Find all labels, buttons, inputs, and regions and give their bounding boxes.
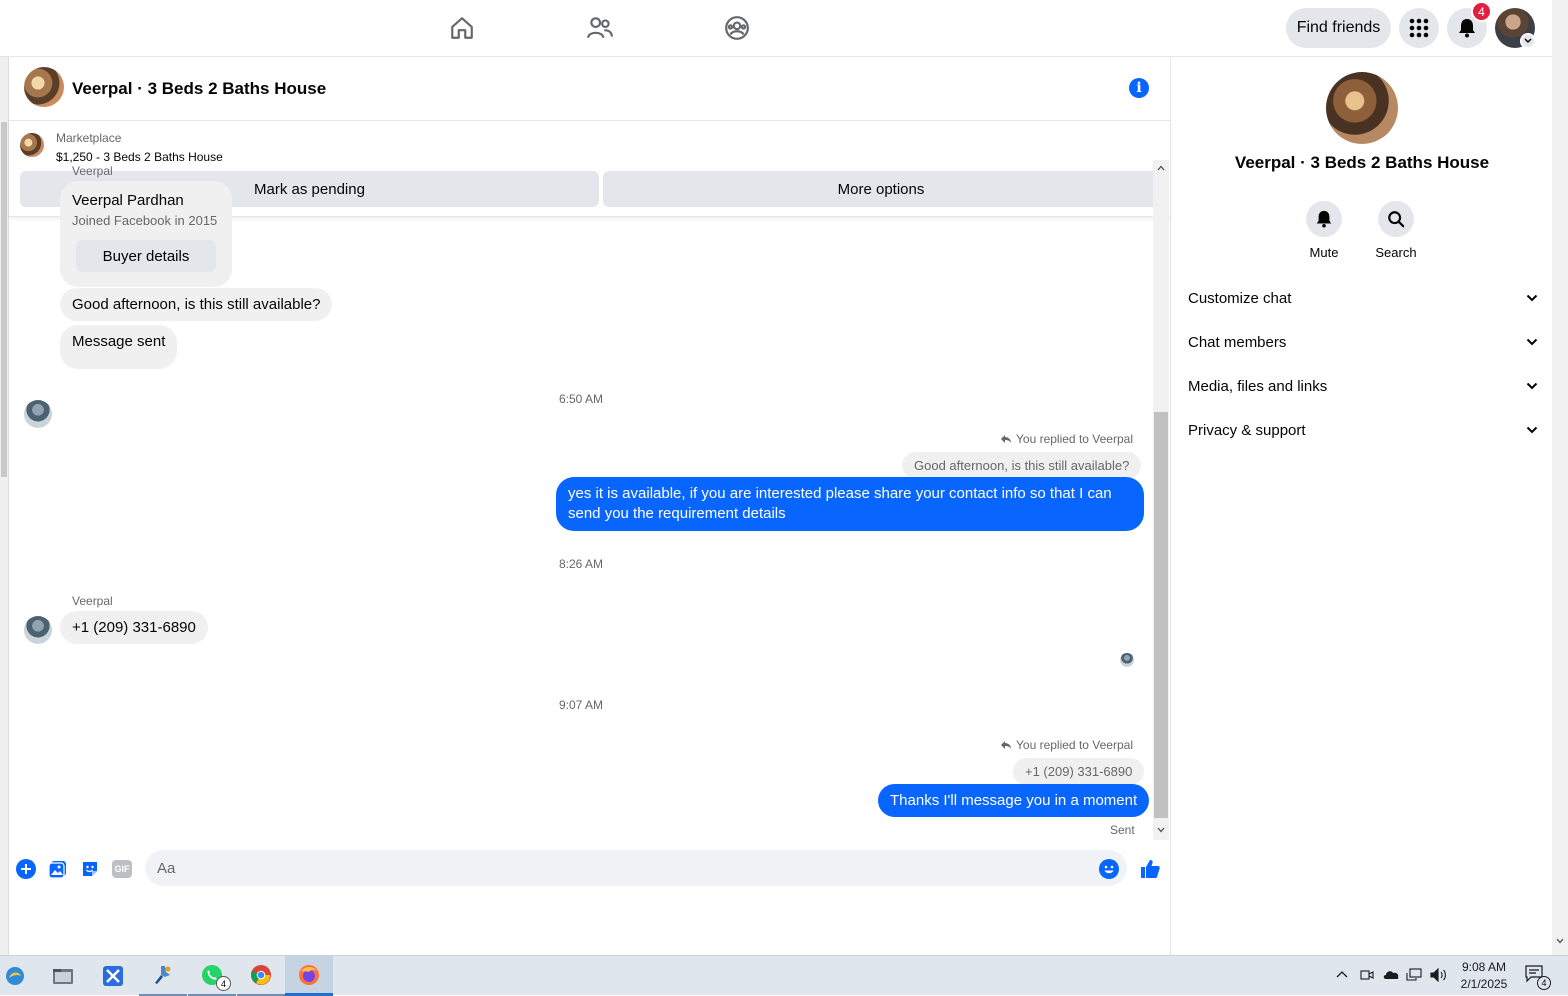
onedrive-cloud-icon[interactable]: [1382, 968, 1400, 983]
buyer-name: Veerpal Pardhan: [72, 192, 184, 209]
conversation-details-panel: Veerpal · 3 Beds 2 Baths House Mute Sear…: [1172, 57, 1552, 955]
section-privacy-support[interactable]: Privacy & support: [1188, 416, 1538, 444]
timestamp: 8:26 AM: [558, 557, 604, 571]
reply-arrow-icon: [1001, 741, 1011, 749]
sent-message-bubble[interactable]: yes it is available, if you are interest…: [556, 477, 1144, 531]
firefox-icon[interactable]: [285, 956, 333, 996]
network-icon[interactable]: [1406, 968, 1422, 985]
bell-icon[interactable]: [1306, 201, 1342, 237]
search-label: Search: [1375, 245, 1417, 260]
whatsapp-badge: 4: [216, 976, 231, 991]
replied-message-preview[interactable]: +1 (209) 331-6890: [1013, 758, 1145, 785]
reply-arrow-icon: [1001, 435, 1011, 443]
taskbar-clock[interactable]: 9:08 AM 2/1/2025: [1453, 959, 1515, 993]
notification-center-badge: 4: [1537, 976, 1551, 990]
message-composer: GIF: [9, 840, 1171, 898]
notification-badge: 4: [1471, 1, 1492, 22]
friends-icon[interactable]: [584, 12, 616, 44]
panel-title: Veerpal · 3 Beds 2 Baths House: [1234, 153, 1490, 172]
app-launcher-icon[interactable]: [0, 956, 30, 996]
timestamp: 6:50 AM: [558, 392, 604, 406]
page-scrollbar[interactable]: [1552, 0, 1568, 955]
chevron-down-icon: [1526, 382, 1538, 390]
listing-thumbnail[interactable]: [20, 133, 44, 157]
find-friends-button[interactable]: Find friends: [1286, 8, 1391, 48]
reply-note: You replied to Veerpal: [1000, 432, 1133, 446]
chat-header: Veerpal · 3 Beds 2 Baths House i: [9, 57, 1171, 121]
section-label: Customize chat: [1188, 289, 1292, 307]
volume-icon[interactable]: [1430, 967, 1448, 985]
chevron-down-icon: [1526, 338, 1538, 346]
message-list: Veerpal Veerpal Pardhan Joined Facebook …: [9, 160, 1153, 840]
messages-scrollbar[interactable]: [1153, 160, 1169, 840]
menu-grid-icon[interactable]: [1399, 8, 1439, 48]
message-bubble[interactable]: Good afternoon, is this still available?: [60, 288, 333, 321]
sender-avatar[interactable]: [24, 616, 52, 644]
listing-avatar-large[interactable]: [1326, 72, 1398, 144]
reply-note-text: You replied to Veerpal: [1016, 738, 1133, 752]
seen-receipt-avatar: [1120, 653, 1134, 667]
message-bubble[interactable]: Message sent: [60, 325, 178, 369]
chevron-down-icon: [1526, 426, 1538, 434]
chrome-icon[interactable]: [237, 956, 285, 996]
tray-chevron-up-icon[interactable]: [1336, 966, 1348, 981]
reply-note-text: You replied to Veerpal: [1016, 432, 1133, 446]
buyer-profile-card: Veerpal Pardhan Joined Facebook in 2015 …: [60, 181, 232, 287]
section-label: Privacy & support: [1188, 421, 1306, 439]
listing-avatar[interactable]: [24, 67, 64, 107]
message-status: Sent: [1110, 823, 1135, 837]
replied-message-preview[interactable]: Good afternoon, is this still available?: [902, 452, 1142, 479]
search-button[interactable]: Search: [1361, 201, 1431, 260]
app-icon-tool[interactable]: [139, 956, 187, 996]
whatsapp-icon[interactable]: 4: [188, 956, 236, 996]
plus-icon[interactable]: [16, 859, 36, 879]
top-navigation-bar: Find friends 4: [0, 0, 1552, 57]
home-icon[interactable]: [446, 12, 478, 44]
section-media-files-links[interactable]: Media, files and links: [1188, 372, 1538, 400]
app-icon-blue[interactable]: [89, 956, 137, 996]
sticker-icon[interactable]: [80, 859, 100, 879]
sender-name: Veerpal: [72, 594, 113, 608]
groups-icon[interactable]: [721, 12, 753, 44]
like-thumb-icon[interactable]: [1138, 857, 1162, 881]
timestamp: 9:07 AM: [558, 698, 604, 712]
section-customize-chat[interactable]: Customize chat: [1188, 284, 1538, 312]
message-bubble[interactable]: +1 (209) 331-6890: [60, 611, 208, 644]
section-label: Chat members: [1188, 333, 1287, 351]
search-icon[interactable]: [1378, 201, 1414, 237]
message-input[interactable]: [145, 850, 1127, 886]
meet-camera-icon[interactable]: [1360, 968, 1374, 985]
emoji-icon[interactable]: [1099, 859, 1119, 879]
section-label: Media, files and links: [1188, 377, 1328, 395]
section-chat-members[interactable]: Chat members: [1188, 328, 1538, 356]
left-scrollbar[interactable]: [0, 57, 9, 955]
buyer-details-button[interactable]: Buyer details: [76, 240, 216, 272]
clock-time: 9:08 AM: [1461, 960, 1507, 974]
chat-title[interactable]: Veerpal · 3 Beds 2 Baths House: [72, 79, 326, 99]
sent-message-bubble[interactable]: Thanks I'll message you in a moment: [878, 784, 1150, 817]
buyer-joined: Joined Facebook in 2015: [72, 213, 218, 228]
windows-taskbar: 4 9:08 AM 2/1/2025 4: [0, 955, 1568, 996]
clock-date: 2/1/2025: [1460, 977, 1508, 991]
chevron-down-icon[interactable]: [1520, 33, 1536, 49]
info-icon[interactable]: i: [1129, 78, 1149, 98]
mute-button[interactable]: Mute: [1289, 201, 1359, 260]
reply-note: You replied to Veerpal: [1000, 738, 1133, 752]
file-explorer-icon[interactable]: [39, 956, 87, 996]
mute-label: Mute: [1309, 245, 1339, 260]
chevron-down-icon: [1526, 294, 1538, 302]
photo-icon[interactable]: [48, 859, 68, 879]
marketplace-label: Marketplace: [56, 131, 122, 145]
gif-icon[interactable]: GIF: [112, 859, 132, 879]
sender-name: Veerpal: [72, 164, 113, 178]
